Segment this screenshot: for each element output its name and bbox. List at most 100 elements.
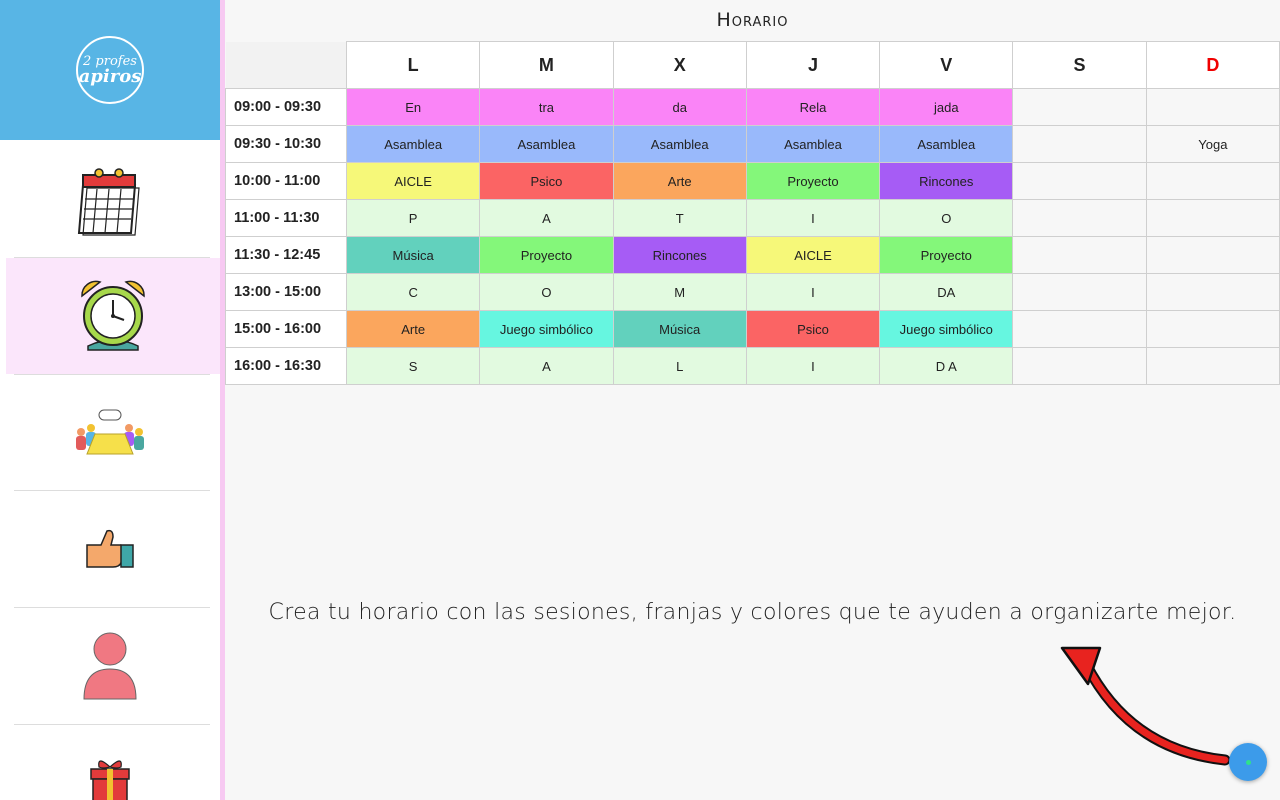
schedule-cell[interactable]: [1145, 273, 1280, 311]
sidebar-item-students[interactable]: [0, 608, 220, 724]
schedule-cell[interactable]: Psico: [479, 162, 614, 200]
schedule-cell[interactable]: D A: [879, 347, 1014, 385]
schedule-cell[interactable]: [1012, 310, 1147, 348]
schedule-cell[interactable]: Música: [612, 310, 747, 348]
time-slot-label[interactable]: 09:00 - 09:30: [225, 88, 347, 126]
schedule-cell[interactable]: Asamblea: [612, 125, 747, 163]
schedule-cell[interactable]: [1012, 199, 1147, 237]
schedule-cell[interactable]: [1145, 88, 1280, 126]
schedule-cell[interactable]: C: [345, 273, 481, 311]
day-header[interactable]: J: [745, 41, 881, 89]
schedule-cell[interactable]: Asamblea: [479, 125, 614, 163]
schedule-cell[interactable]: Arte: [612, 162, 747, 200]
schedule-cell[interactable]: [1145, 199, 1280, 237]
schedule-cell[interactable]: tra: [479, 88, 614, 126]
person-icon: [83, 632, 137, 700]
logo-text-bottom: apiros: [78, 65, 142, 87]
schedule-cell[interactable]: I: [745, 347, 881, 385]
schedule-cell[interactable]: jada: [879, 88, 1014, 126]
schedule-table: L M X J V S D 09:00 - 09:30 En tra da Rela ja…: [225, 41, 1280, 385]
schedule-cell[interactable]: A: [479, 347, 614, 385]
table-row: 16:00 - 16:30 S A L I D A: [225, 347, 1280, 385]
top-bar: Horario: [225, 0, 1280, 40]
table-row: 09:00 - 09:30 En tra da Rela jada: [225, 88, 1280, 126]
schedule-cell[interactable]: A: [479, 199, 614, 237]
schedule-cell[interactable]: Proyecto: [879, 236, 1014, 274]
schedule-cell[interactable]: [1145, 310, 1280, 348]
schedule-cell[interactable]: Psico: [745, 310, 881, 348]
schedule-cell[interactable]: S: [345, 347, 481, 385]
day-header[interactable]: M: [479, 41, 614, 89]
schedule-cell[interactable]: Juego simbólico: [879, 310, 1014, 348]
schedule-cell[interactable]: Rincones: [612, 236, 747, 274]
schedule-cell[interactable]: Juego simbólico: [479, 310, 614, 348]
schedule-cell[interactable]: Proyecto: [745, 162, 881, 200]
schedule-cell[interactable]: Rincones: [879, 162, 1014, 200]
schedule-cell[interactable]: Música: [345, 236, 481, 274]
schedule-cell[interactable]: Asamblea: [879, 125, 1014, 163]
time-slot-label[interactable]: 11:30 - 12:45: [225, 236, 347, 274]
schedule-cell[interactable]: M: [612, 273, 747, 311]
add-button[interactable]: [1229, 743, 1267, 781]
day-header-row: L M X J V S D: [225, 41, 1280, 89]
schedule-cell[interactable]: [1012, 162, 1147, 200]
time-slot-label[interactable]: 15:00 - 16:00: [225, 310, 347, 348]
schedule-cell[interactable]: T: [612, 199, 747, 237]
meeting-icon: [76, 409, 144, 455]
time-slot-label[interactable]: 09:30 - 10:30: [225, 125, 347, 163]
schedule-cell[interactable]: AICLE: [345, 162, 481, 200]
logo-header: 2 profes apiros: [0, 0, 220, 140]
schedule-cell[interactable]: da: [612, 88, 747, 126]
schedule-cell[interactable]: I: [745, 199, 881, 237]
day-header[interactable]: V: [879, 41, 1014, 89]
hint-caption: Crea tu horario con las sesiones, franja…: [268, 600, 1237, 625]
schedule-cell[interactable]: Rela: [745, 88, 881, 126]
schedule-cell[interactable]: [1012, 236, 1147, 274]
day-header[interactable]: X: [612, 41, 747, 89]
add-icon: [1245, 759, 1251, 765]
schedule-cell[interactable]: L: [612, 347, 747, 385]
schedule-cell[interactable]: [1012, 88, 1147, 126]
schedule-cell[interactable]: [1012, 273, 1147, 311]
day-header[interactable]: D: [1145, 41, 1280, 89]
time-slot-label[interactable]: 16:00 - 16:30: [225, 347, 347, 385]
day-header[interactable]: S: [1012, 41, 1147, 89]
sidebar: 2 profes apiros: [0, 0, 220, 800]
time-slot-label[interactable]: 13:00 - 15:00: [225, 273, 347, 311]
schedule-cell[interactable]: [1145, 347, 1280, 385]
schedule-cell[interactable]: Yoga: [1145, 125, 1280, 163]
day-header[interactable]: L: [345, 41, 481, 89]
gift-icon: [90, 760, 130, 800]
schedule-cell[interactable]: P: [345, 199, 481, 237]
schedule-cell[interactable]: [1012, 347, 1147, 385]
sidebar-item-meetings[interactable]: [0, 375, 220, 491]
schedule-cell[interactable]: AICLE: [745, 236, 881, 274]
table-row: 11:00 - 11:30 P A T I O: [225, 199, 1280, 237]
schedule-cell[interactable]: DA: [879, 273, 1014, 311]
schedule-cell[interactable]: O: [479, 273, 614, 311]
schedule-cell[interactable]: [1145, 236, 1280, 274]
schedule-cell[interactable]: En: [345, 88, 481, 126]
sidebar-item-ratings[interactable]: [0, 491, 220, 607]
app-logo: 2 profes apiros: [76, 36, 144, 104]
calendar-icon: [77, 168, 140, 236]
sidebar-item-schedule[interactable]: [6, 258, 220, 374]
arrow-icon: [1060, 646, 1231, 766]
schedule-cell[interactable]: I: [745, 273, 881, 311]
schedule-cell[interactable]: Asamblea: [745, 125, 881, 163]
schedule-cell[interactable]: Proyecto: [479, 236, 614, 274]
page-title: Horario: [716, 9, 789, 31]
sidebar-item-calendar[interactable]: [0, 142, 220, 258]
time-slot-label[interactable]: 10:00 - 11:00: [225, 162, 347, 200]
table-row: 15:00 - 16:00 Arte Juego simbólico Música Ps…: [225, 310, 1280, 348]
schedule-cell[interactable]: [1145, 162, 1280, 200]
sidebar-item-gifts[interactable]: [0, 725, 220, 800]
schedule-cell[interactable]: [1012, 125, 1147, 163]
schedule-cell[interactable]: Asamblea: [345, 125, 481, 163]
table-row: 10:00 - 11:00 AICLE Psico Arte Proyecto Rinco…: [225, 162, 1280, 200]
time-slot-label[interactable]: 11:00 - 11:30: [225, 199, 347, 237]
schedule-cell[interactable]: Arte: [345, 310, 481, 348]
schedule-cell[interactable]: O: [879, 199, 1014, 237]
thumbs-up-icon: [86, 529, 134, 568]
table-row: 13:00 - 15:00 C O M I DA: [225, 273, 1280, 311]
